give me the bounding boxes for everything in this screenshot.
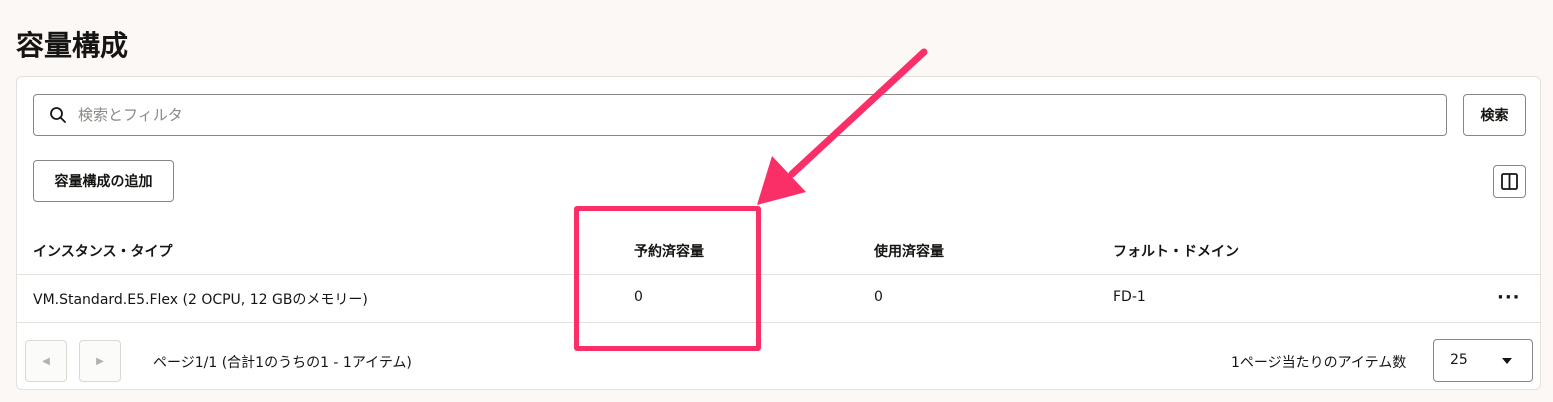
search-icon <box>48 105 68 125</box>
search-input[interactable] <box>78 96 1446 134</box>
page-title: 容量構成 <box>16 29 129 62</box>
cell-fault-domain: FD-1 <box>1113 289 1146 305</box>
search-button[interactable]: 検索 <box>1463 94 1526 136</box>
items-per-page-value: 25 <box>1450 352 1468 368</box>
table-header: インスタンス・タイプ 予約済容量 使用済容量 フォルト・ドメイン <box>17 227 1540 275</box>
items-per-page-label: 1ページ当たりのアイテム数 <box>1231 355 1407 371</box>
columns-icon <box>1501 173 1518 190</box>
items-per-page-select[interactable]: 25 <box>1433 339 1533 382</box>
cell-used-capacity: 0 <box>874 289 883 305</box>
annotation-highlight-box <box>574 206 761 351</box>
previous-page-button[interactable]: ◀ <box>25 340 67 382</box>
caret-down-icon <box>1502 358 1512 364</box>
search-box[interactable] <box>33 94 1447 136</box>
column-settings-button[interactable] <box>1493 165 1526 198</box>
chevron-right-icon: ▶ <box>96 355 104 367</box>
chevron-left-icon: ◀ <box>42 355 50 367</box>
next-page-button[interactable]: ▶ <box>79 340 121 382</box>
column-header-fault-domain[interactable]: フォルト・ドメイン <box>1113 241 1239 261</box>
add-capacity-config-button[interactable]: 容量構成の追加 <box>33 160 174 202</box>
table-row: VM.Standard.E5.Flex (2 OCPU, 12 GBのメモリー)… <box>17 275 1540 323</box>
column-header-used-capacity[interactable]: 使用済容量 <box>874 241 944 261</box>
capacity-config-panel: 検索 容量構成の追加 インスタンス・タイプ 予約済容量 使用済容量 フォルト・ド… <box>16 76 1541 390</box>
cell-instance-type: VM.Standard.E5.Flex (2 OCPU, 12 GBのメモリー) <box>33 292 368 308</box>
row-actions-more-icon[interactable]: ··· <box>1497 287 1521 308</box>
column-header-instance-type[interactable]: インスタンス・タイプ <box>33 241 172 261</box>
pagination-summary: ページ1/1 (合計1のうちの1 - 1アイテム) <box>153 355 412 371</box>
